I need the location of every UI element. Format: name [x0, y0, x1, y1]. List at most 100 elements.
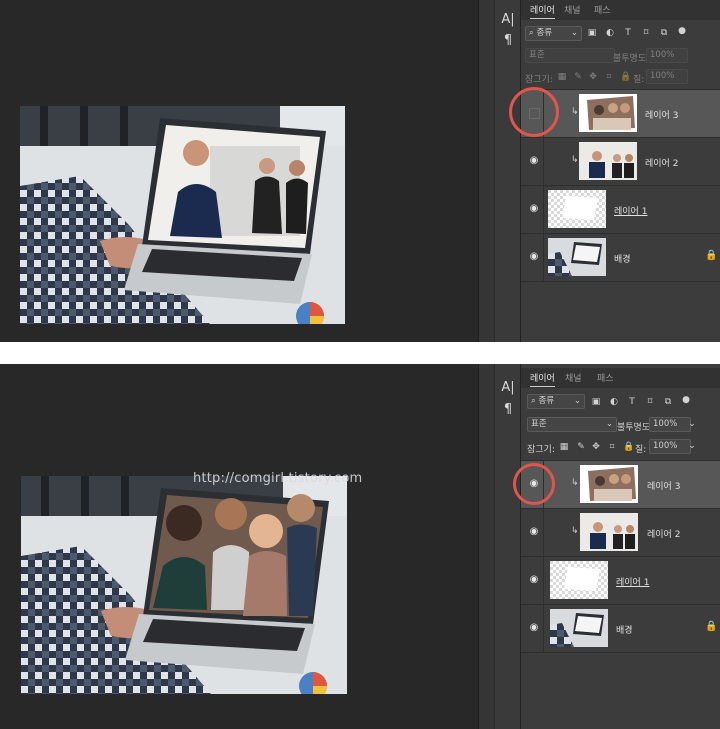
chevron-down-icon: ⌄ — [605, 419, 613, 429]
paragraph-icon[interactable]: ¶ — [495, 33, 521, 48]
fill-field[interactable]: 100% — [649, 439, 691, 454]
type-filter-icon[interactable]: T — [627, 397, 637, 407]
opacity-label: 불투명도: — [613, 54, 650, 64]
eye-icon[interactable]: ◉ — [528, 203, 540, 215]
tool-strip — [478, 0, 495, 342]
chevron-down-icon: ⌄ — [573, 396, 581, 406]
lock-icon: 🔒 — [705, 250, 718, 261]
filter-toggle-icon[interactable]: ● — [677, 26, 687, 36]
lock-transparent-icon[interactable]: ▦ — [559, 442, 569, 452]
search-icon: ⌕ — [531, 396, 536, 406]
layer-name[interactable]: 레이어 2 — [645, 156, 678, 169]
adjustment-filter-icon[interactable]: ◐ — [609, 397, 619, 407]
layer-name[interactable]: 레이어 3 — [645, 108, 678, 121]
image-filter-icon[interactable]: ▣ — [591, 397, 601, 407]
side-panel-icons: A| ¶ — [494, 364, 521, 729]
layers-panel: 레이어 채널 패스 ⌕ 종류 ⌄ ▣ ◐ T ⌑ ⧉ ● 표준 ⌄ 불투명도: … — [520, 364, 720, 729]
tab-paths[interactable]: 패스 — [594, 3, 611, 16]
eye-icon[interactable]: ◉ — [528, 622, 540, 634]
filter-kind-select[interactable]: ⌕ 종류 ⌄ — [525, 26, 582, 41]
eye-icon[interactable]: ◉ — [528, 574, 540, 586]
screenshot-after: http://comgirl.tistory.com A| ¶ 레이어 채널 패… — [0, 364, 720, 729]
visibility-column — [543, 186, 544, 233]
smart-object-filter-icon[interactable]: ⧉ — [659, 28, 669, 38]
layer-name[interactable]: 배경 — [616, 623, 633, 636]
shape-filter-icon[interactable]: ⌑ — [641, 28, 651, 38]
panel-tabs: 레이어 채널 패스 — [521, 0, 720, 20]
layer-row[interactable]: ◉ 레이어 1 — [521, 556, 720, 604]
layer-thumbnail — [548, 190, 606, 228]
artboard-icon[interactable]: ⌗ — [607, 442, 617, 452]
opacity-field[interactable]: 100% — [649, 417, 691, 432]
tool-strip — [478, 364, 495, 729]
fill-label: 칠: — [635, 445, 647, 455]
tab-layers[interactable]: 레이어 — [530, 3, 555, 19]
lock-image-brush-icon[interactable]: ✎ — [576, 442, 586, 452]
search-icon: ⌕ — [529, 28, 534, 38]
document-canvas[interactable] — [0, 0, 478, 342]
blend-mode-select[interactable]: 표준 ⌄ — [527, 417, 617, 432]
artboard-icon[interactable]: ⌗ — [604, 72, 614, 82]
layer-name[interactable]: 레이어 3 — [647, 479, 680, 492]
eye-icon[interactable]: ◉ — [528, 251, 540, 263]
chevron-down-icon[interactable]: ⌄ — [687, 419, 697, 429]
lock-all-icon[interactable]: 🔒 — [623, 442, 634, 452]
lock-transparent-icon[interactable]: ▦ — [557, 72, 567, 82]
lock-image-brush-icon[interactable]: ✎ — [573, 72, 583, 82]
image-filter-icon[interactable]: ▣ — [587, 28, 597, 38]
layer-row[interactable]: ◉ 레이어 1 — [521, 185, 720, 233]
visibility-column — [543, 138, 544, 185]
layer-name[interactable]: 레이어 2 — [647, 527, 680, 540]
document-canvas[interactable]: http://comgirl.tistory.com — [0, 364, 478, 729]
filter-kind-select[interactable]: ⌕ 종류 ⌄ — [527, 394, 585, 409]
layer-thumbnail — [580, 513, 638, 551]
opacity-value: 100% — [650, 50, 675, 60]
layer-thumbnail — [579, 94, 637, 132]
fill-field[interactable]: 100% — [646, 69, 688, 84]
opacity-value: 100% — [653, 419, 678, 429]
tab-layers[interactable]: 레이어 — [530, 371, 555, 387]
paragraph-icon[interactable]: ¶ — [495, 402, 521, 417]
adjustment-filter-icon[interactable]: ◐ — [605, 28, 615, 38]
layer-row[interactable]: ◉ 배경 🔒 — [521, 604, 720, 652]
eye-icon[interactable]: ◉ — [528, 155, 540, 167]
character-icon[interactable]: A| — [495, 380, 521, 395]
eye-icon[interactable]: ◉ — [528, 526, 540, 538]
tab-paths[interactable]: 패스 — [597, 371, 614, 384]
lock-label: 잠그기: — [527, 445, 555, 455]
highlight-ring — [513, 463, 555, 505]
chevron-down-icon[interactable]: ⌄ — [687, 441, 697, 451]
layer-row[interactable]: ◉ 배경 🔒 — [521, 233, 720, 281]
clipping-arrow-icon: ↳ — [571, 478, 579, 488]
smart-object-filter-icon[interactable]: ⧉ — [663, 397, 673, 407]
layer-row[interactable]: ◉ ↳ 레이어 2 — [521, 508, 720, 556]
tab-channels[interactable]: 채널 — [565, 371, 582, 384]
opacity-field[interactable]: 100% — [646, 48, 688, 63]
type-filter-icon[interactable]: T — [623, 28, 633, 38]
lock-icon: 🔒 — [705, 621, 718, 632]
highlight-ring — [509, 87, 559, 137]
layers-empty-area — [521, 281, 720, 342]
shape-filter-icon[interactable]: ⌑ — [645, 397, 655, 407]
lock-all-icon[interactable]: 🔒 — [620, 72, 631, 82]
layer-name[interactable]: 레이어 1 — [614, 204, 647, 217]
tab-channels[interactable]: 채널 — [564, 3, 581, 16]
filter-kind-value: 종류 — [536, 28, 553, 38]
lock-position-icon[interactable]: ✥ — [591, 442, 601, 452]
blend-mode-select[interactable]: 표준 — [525, 48, 615, 63]
layer-name[interactable]: 레이어 1 — [616, 575, 649, 588]
layer-row[interactable]: ◉ ↳ 레이어 2 — [521, 137, 720, 185]
lock-label: 잠그기: — [525, 75, 553, 85]
screenshot-before: A| ¶ 레이어 채널 패스 ⌕ 종류 ⌄ ▣ ◐ T ⌑ ⧉ ● 표준 불투명… — [0, 0, 720, 342]
filter-toggle-icon[interactable]: ● — [681, 395, 691, 405]
layers-empty-area — [521, 652, 720, 729]
layer-name[interactable]: 배경 — [614, 252, 631, 265]
layer-thumbnail — [579, 142, 637, 180]
character-icon[interactable]: A| — [495, 12, 521, 27]
blend-mode-value: 표준 — [531, 419, 547, 429]
side-panel-icons: A| ¶ — [494, 0, 521, 342]
layer-thumbnail — [580, 465, 638, 503]
lock-position-icon[interactable]: ✥ — [588, 72, 598, 82]
fill-label: 칠: — [633, 75, 645, 85]
opacity-label: 불투명도: — [617, 423, 654, 433]
